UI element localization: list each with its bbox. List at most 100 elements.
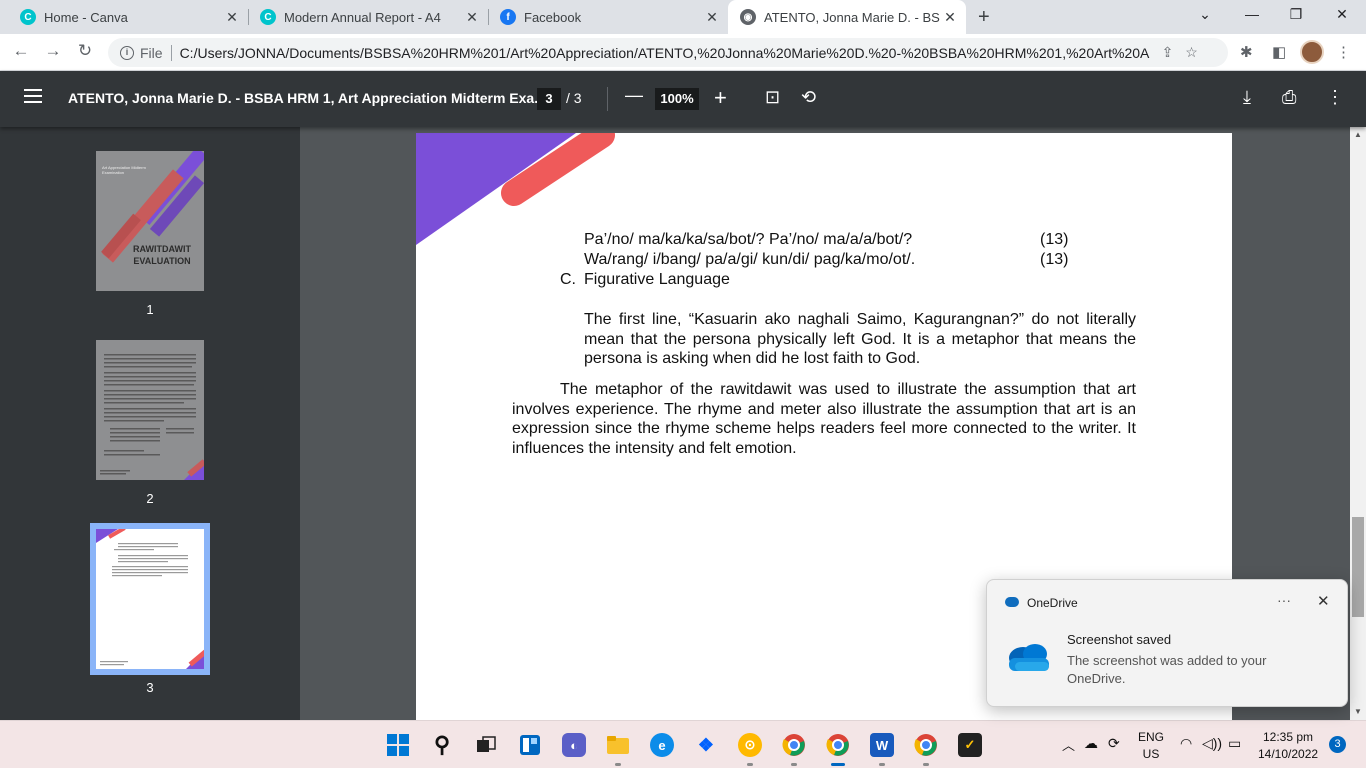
chrome-menu-icon[interactable]: ⋮ — [1336, 43, 1351, 61]
sync-tray-icon[interactable]: ⟳ — [1108, 735, 1120, 752]
active-indicator — [831, 763, 845, 766]
bookmark-star-icon[interactable]: ☆ — [1185, 44, 1198, 61]
total-pages: / 3 — [566, 90, 582, 106]
volume-icon[interactable]: ◁)) — [1202, 735, 1222, 752]
windows-start-icon[interactable] — [386, 733, 410, 757]
vertical-scrollbar[interactable]: ▲ ▼ — [1350, 127, 1366, 720]
syllable-line-1: Pa’/no/ ma/ka/ka/sa/bot/? Pa’/no/ ma/a/a… — [584, 231, 913, 248]
section-title: Figurative Language — [584, 271, 730, 288]
zoom-input[interactable]: 100% — [655, 88, 699, 110]
language-code: ENG — [1138, 730, 1165, 744]
show-hidden-icons-icon[interactable]: ︿ — [1062, 735, 1075, 754]
divider — [170, 44, 172, 61]
section-letter: C. — [560, 271, 576, 288]
tab-title: Modern Annual Report - A4 — [284, 9, 441, 25]
more-options-button[interactable]: ··· — [1277, 592, 1291, 608]
reload-icon[interactable]: ↻ — [74, 41, 96, 61]
page-number-input[interactable]: 3 — [537, 88, 561, 110]
scrollbar-thumb[interactable] — [1352, 517, 1364, 617]
notification-headline: Screenshot saved — [1067, 632, 1172, 647]
dropbox-icon[interactable]: ❖ — [694, 733, 718, 757]
notification-app-name: OneDrive — [1027, 596, 1078, 610]
forward-icon[interactable]: → — [42, 41, 64, 61]
syllable-count-1: (13) — [1040, 231, 1069, 248]
document-title: ATENTO, Jonna Marie D. - BSBA HRM 1, Art… — [68, 90, 546, 106]
tab-search-icon[interactable]: ⌄ — [1193, 6, 1217, 23]
print-icon[interactable]: ⎙ — [1282, 87, 1296, 108]
window-close-icon[interactable]: ✕ — [1330, 6, 1354, 23]
search-icon[interactable]: ⚲ — [430, 732, 454, 757]
chrome-profile-3-icon[interactable] — [914, 733, 938, 757]
scroll-up-icon[interactable]: ▲ — [1354, 130, 1362, 139]
thumbnail-heading: RAWITDAWIT EVALUATION — [133, 244, 191, 266]
file-explorer-icon[interactable] — [606, 733, 630, 757]
running-indicator — [615, 763, 621, 766]
tab-title: Home - Canva — [44, 9, 128, 25]
tab-facebook[interactable]: f Facebook ✕ — [488, 0, 728, 34]
share-icon[interactable]: ⇪ — [1162, 44, 1174, 61]
wifi-icon[interactable]: ◠ — [1180, 735, 1192, 752]
new-tab-button[interactable]: + — [978, 6, 990, 29]
tab-modern-annual-report[interactable]: C Modern Annual Report - A4 ✕ — [248, 0, 488, 34]
globe-icon: ◉ — [740, 9, 756, 25]
thumbnail-number: 1 — [146, 302, 154, 317]
download-icon[interactable]: ⤓ — [1243, 87, 1251, 108]
word-icon[interactable]: W — [870, 733, 894, 757]
widgets-icon[interactable] — [518, 733, 542, 757]
tab-home-canva[interactable]: C Home - Canva ✕ — [8, 0, 248, 34]
clock[interactable]: 12:35 pm 14/10/2022 — [1258, 730, 1318, 761]
thumbnail-page-1[interactable]: Art Appreciation Midterm Examination RAW… — [96, 151, 204, 291]
profile-avatar[interactable] — [1300, 40, 1324, 64]
running-indicator — [923, 763, 929, 766]
edge-icon[interactable]: e — [650, 733, 674, 757]
paragraph-1: The first line, “Kasuarin ako naghali Sa… — [584, 311, 1136, 367]
norton-icon[interactable]: ⊙ — [738, 733, 762, 757]
close-icon[interactable]: ✕ — [462, 9, 482, 26]
teams-chat-icon[interactable]: ◐ — [562, 733, 586, 757]
info-icon[interactable]: i — [120, 45, 134, 60]
close-icon[interactable]: ✕ — [1317, 592, 1330, 610]
file-label: File — [140, 44, 163, 61]
onedrive-tray-icon[interactable]: ☁ — [1084, 735, 1098, 752]
battery-icon[interactable]: ▭ — [1228, 735, 1241, 752]
onedrive-icon — [1005, 597, 1019, 607]
pdf-toolbar: ATENTO, Jonna Marie D. - BSBA HRM 1, Art… — [0, 71, 1366, 127]
norton-check-icon[interactable]: ✓ — [958, 733, 982, 757]
minimize-icon[interactable]: — — [1240, 6, 1264, 22]
restore-icon[interactable]: ❐ — [1284, 6, 1308, 23]
task-view-icon[interactable] — [474, 733, 498, 757]
rotate-icon[interactable]: ⟲ — [801, 87, 816, 108]
address-input[interactable]: i File C:/Users/JONNA/Documents/BSBSA%20… — [108, 38, 1228, 67]
side-panel-icon[interactable]: ◧ — [1272, 43, 1286, 61]
chrome-profile-2-icon[interactable] — [826, 733, 850, 757]
tab-title: Facebook — [524, 9, 582, 25]
zoom-out-icon[interactable]: — — [625, 85, 643, 106]
notification-badge[interactable]: 3 — [1329, 736, 1346, 753]
thumbnail-page-2[interactable] — [96, 340, 204, 480]
close-icon[interactable]: ✕ — [940, 9, 960, 26]
tab-atento-pdf[interactable]: ◉ ATENTO, Jonna Marie D. - BSBA H ✕ — [728, 0, 966, 34]
close-icon[interactable]: ✕ — [702, 9, 722, 26]
onedrive-notification[interactable]: OneDrive ··· ✕ Screenshot saved The scre… — [986, 579, 1348, 707]
chrome-profile-1-icon[interactable] — [782, 733, 806, 757]
text-page-graphic — [96, 340, 204, 480]
fit-page-icon[interactable]: ⊡ — [765, 87, 780, 108]
extensions-icon[interactable]: ✱ — [1240, 43, 1253, 61]
language-indicator[interactable]: ENG US — [1138, 730, 1164, 761]
zoom-in-icon[interactable]: + — [714, 85, 727, 111]
running-indicator — [791, 763, 797, 766]
more-options-icon[interactable]: ⋮ — [1326, 87, 1344, 108]
thumbnail-number: 3 — [146, 680, 154, 695]
text-page-graphic — [96, 529, 204, 669]
running-indicator — [747, 763, 753, 766]
address-bar-row: ← → ↻ i File C:/Users/JONNA/Documents/BS… — [0, 34, 1366, 71]
running-indicator — [879, 763, 885, 766]
back-icon[interactable]: ← — [10, 41, 32, 61]
thumbnail-page-3[interactable] — [96, 529, 204, 669]
scroll-down-icon[interactable]: ▼ — [1354, 707, 1362, 716]
close-icon[interactable]: ✕ — [222, 9, 242, 26]
tab-title: ATENTO, Jonna Marie D. - BSBA H — [764, 9, 940, 25]
syllable-line-2: Wa/rang/ i/bang/ pa/a/gi/ kun/di/ pag/ka… — [584, 251, 916, 268]
hamburger-menu-icon[interactable] — [24, 89, 42, 103]
clock-time: 12:35 pm — [1263, 730, 1314, 744]
